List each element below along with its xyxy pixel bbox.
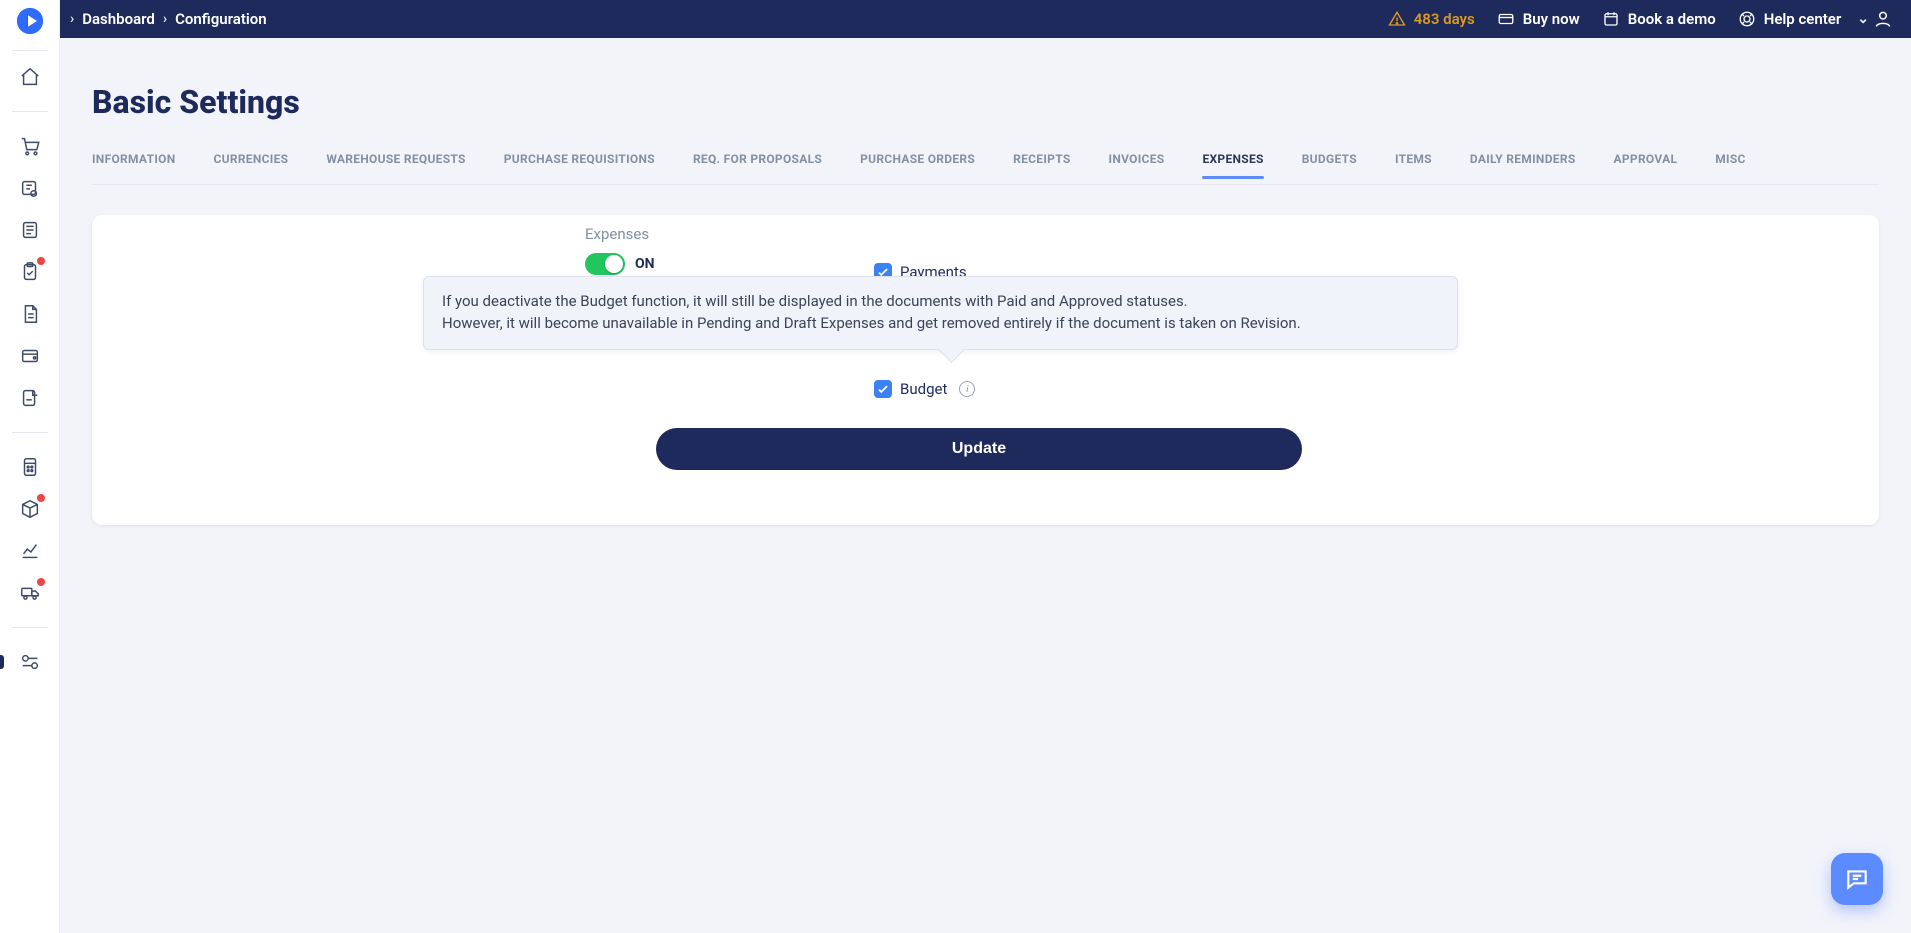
tab-misc[interactable]: MISC [1715,152,1745,178]
app-logo[interactable] [15,6,45,36]
trial-days-text: 483 days [1414,10,1475,28]
tab-invoices[interactable]: INVOICES [1109,152,1165,178]
budget-checkbox[interactable] [874,380,892,398]
book-demo-button[interactable]: Book a demo [1602,10,1716,28]
integrations-icon[interactable] [18,650,42,674]
tab-information[interactable]: INFORMATION [92,152,175,178]
breadcrumb: › Dashboard › Configuration [70,10,267,28]
settings-tabs: INFORMATION CURRENCIES WAREHOUSE REQUESTS P… [92,145,1879,185]
tab-receipts[interactable]: RECEIPTS [1013,152,1070,178]
breadcrumb-item[interactable]: Configuration [175,10,267,28]
tab-daily-reminders[interactable]: DAILY REMINDERS [1470,152,1576,178]
divider [12,50,48,51]
budget-checkbox-row: Budget i [874,380,975,398]
tab-warehouse-requests[interactable]: WAREHOUSE REQUESTS [326,152,465,178]
tab-req-for-proposals[interactable]: REQ. FOR PROPOSALS [693,152,822,178]
truck-icon[interactable] [18,581,42,605]
divider [12,432,48,433]
expenses-settings-panel [92,215,1879,525]
help-center-button[interactable]: Help center [1738,10,1842,28]
budget-label: Budget [900,380,947,398]
main-content: Basic Settings INFORMATION CURRENCIES WARE… [60,38,1911,933]
calculator-icon[interactable] [18,455,42,479]
info-icon[interactable]: i [959,381,975,397]
expenses-section-label: Expenses [585,225,655,243]
document-icon[interactable] [18,302,42,326]
tab-budgets[interactable]: BUDGETS [1302,152,1357,178]
expenses-section: Expenses ON [585,225,655,275]
credit-card-icon [1497,10,1515,28]
notification-dot [37,578,45,586]
help-center-label: Help center [1764,10,1842,28]
expenses-toggle[interactable] [585,253,625,275]
cart-icon[interactable] [18,134,42,158]
chevron-down-icon: ⌄ [1857,11,1869,27]
expenses-toggle-state: ON [635,256,655,272]
file-icon[interactable] [18,386,42,410]
box-icon[interactable] [18,497,42,521]
active-indicator [0,655,4,669]
notification-dot [37,257,45,265]
divider [12,627,48,628]
tab-items[interactable]: ITEMS [1395,152,1432,178]
tab-purchase-requisitions[interactable]: PURCHASE REQUISITIONS [504,152,655,178]
chevron-right-icon: › [70,11,74,27]
tab-approval[interactable]: APPROVAL [1614,152,1678,178]
buy-now-button[interactable]: Buy now [1497,10,1580,28]
user-menu-toggle[interactable]: ⌄ [1857,11,1869,27]
page-title: Basic Settings [92,83,1879,121]
tab-purchase-orders[interactable]: PURCHASE ORDERS [860,152,975,178]
user-profile-icon[interactable] [1873,9,1893,29]
chat-fab[interactable] [1831,853,1883,905]
warning-triangle-icon [1388,10,1406,28]
trial-days-indicator[interactable]: 483 days [1388,10,1475,28]
tab-currencies[interactable]: CURRENCIES [213,152,288,178]
notification-dot [37,494,45,502]
home-icon[interactable] [18,65,42,89]
update-button[interactable]: Update [656,428,1302,470]
topbar: › Dashboard › Configuration 483 days Buy… [60,0,1911,38]
breadcrumb-item[interactable]: Dashboard [82,10,155,28]
clipboard-icon[interactable] [18,260,42,284]
budget-tooltip: If you deactivate the Budget function, i… [423,276,1458,350]
tooltip-line: However, it will become unavailable in P… [442,313,1439,335]
buy-now-label: Buy now [1523,10,1580,28]
left-sidebar [0,0,60,933]
wallet-icon[interactable] [18,344,42,368]
vendor-icon[interactable] [18,176,42,200]
tab-expenses[interactable]: EXPENSES [1202,152,1263,178]
tooltip-line: If you deactivate the Budget function, i… [442,291,1439,313]
book-demo-label: Book a demo [1628,10,1716,28]
divider [12,111,48,112]
chart-icon[interactable] [18,539,42,563]
receipt-icon[interactable] [18,218,42,242]
calendar-icon [1602,10,1620,28]
chevron-right-icon: › [163,11,167,27]
lifebuoy-icon [1738,10,1756,28]
